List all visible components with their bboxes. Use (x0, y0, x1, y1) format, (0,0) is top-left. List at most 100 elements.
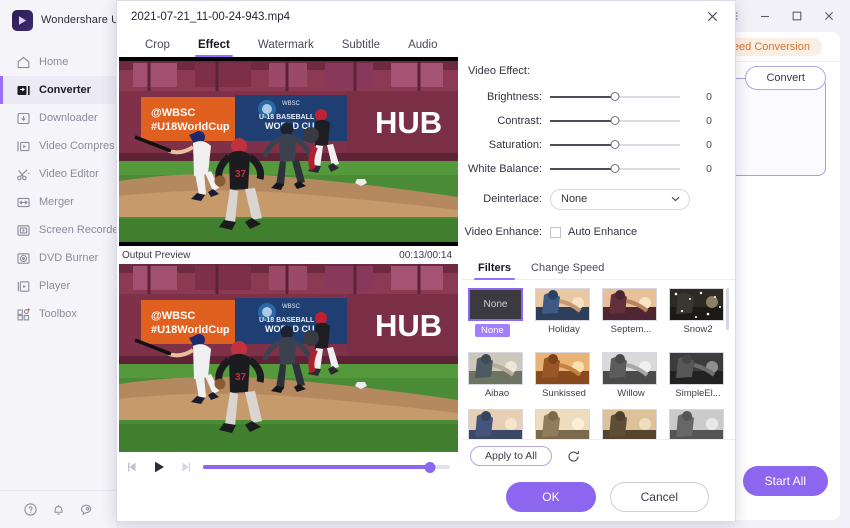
white-balance-slider[interactable] (550, 162, 680, 176)
sidebar-item-screen-recorder[interactable]: Screen Recorde (0, 216, 119, 244)
filter-label: Sunkissed (542, 388, 586, 400)
convert-button[interactable]: Convert (745, 66, 826, 90)
filter-item-none[interactable]: None None (468, 288, 526, 342)
ok-button[interactable]: OK (506, 482, 596, 512)
record-icon (16, 223, 31, 238)
tab-effect[interactable]: Effect (184, 39, 244, 57)
filter-item-row3-3[interactable] (602, 409, 660, 439)
slider-fill (550, 167, 615, 170)
dialog-close-icon[interactable] (699, 5, 725, 29)
sidebar-item-label: Merger (39, 196, 74, 208)
source-preview-video[interactable]: @WBSC #U18WorldCup WBSC U-18 BASEBALL WO… (119, 57, 458, 246)
white-balance-label: White Balance: (468, 162, 542, 175)
filter-item-sunkissed[interactable]: Sunkissed (535, 352, 593, 399)
tab-change-speed[interactable]: Change Speed (521, 262, 614, 279)
svg-text:U-18 BASEBALL: U-18 BASEBALL (259, 317, 315, 324)
saturation-value: 0 (706, 138, 712, 151)
svg-text:WBSC: WBSC (282, 101, 301, 107)
filter-label: Snow2 (683, 324, 713, 336)
sidebar-item-label: Converter (39, 84, 91, 96)
sidebar-item-downloader[interactable]: Downloader (0, 104, 117, 132)
preview-column: @WBSC #U18WorldCup WBSC U-18 BASEBALL WO… (117, 57, 462, 473)
cancel-button[interactable]: Cancel (609, 482, 709, 512)
close-icon[interactable] (822, 9, 836, 23)
svg-text:HUB: HUB (375, 308, 442, 343)
dialog-body: @WBSC #U18WorldCup WBSC U-18 BASEBALL WO… (117, 57, 735, 473)
contrast-slider[interactable] (550, 114, 680, 128)
sidebar-item-label: Video Compres (39, 140, 115, 152)
slider-knob[interactable] (610, 140, 620, 150)
player-icon (16, 279, 31, 294)
reset-icon[interactable] (566, 449, 581, 464)
slider-knob[interactable] (610, 164, 620, 174)
filter-thumbnail (669, 409, 724, 439)
brightness-slider[interactable] (550, 90, 680, 104)
brightness-value: 0 (706, 90, 712, 103)
compress-icon (16, 139, 31, 154)
filter-item-willow[interactable]: Willow (602, 352, 660, 399)
filter-thumbnail (535, 352, 590, 386)
feedback-icon[interactable] (79, 502, 94, 517)
filter-item-row3-2[interactable] (535, 409, 593, 439)
filter-item-holiday[interactable]: Holiday (535, 288, 593, 342)
slider-knob[interactable] (610, 92, 620, 102)
filters-scroll-area[interactable]: None None Holiday Septem... Snow2 Aibao … (462, 280, 735, 439)
tab-filters[interactable]: Filters (468, 262, 521, 281)
step-back-icon[interactable] (125, 459, 141, 473)
bell-icon[interactable] (51, 502, 66, 517)
converter-icon (16, 83, 31, 98)
svg-text:37: 37 (235, 372, 247, 383)
filter-thumbnail: None (468, 288, 523, 322)
deinterlace-select[interactable]: None (550, 188, 690, 210)
sidebar-item-toolbox[interactable]: Toolbox (0, 300, 117, 328)
sidebar-item-video-compressor[interactable]: Video Compres (0, 132, 117, 160)
apply-to-all-button[interactable]: Apply to All (470, 446, 552, 467)
filter-thumbnail (602, 352, 657, 386)
video-enhance-row: Video Enhance: Auto Enhance (462, 218, 735, 247)
sidebar-item-video-editor[interactable]: Video Editor (0, 160, 117, 188)
output-preview-video[interactable]: @WBSC #U18WorldCup WBSC U-18 BASEBALL WO… (119, 264, 458, 452)
checkbox-box[interactable] (550, 226, 561, 238)
sidebar-item-merger[interactable]: Merger (0, 188, 117, 216)
filter-item-simpleelegance[interactable]: SimpleEl... (669, 352, 727, 399)
play-icon[interactable] (151, 459, 167, 473)
playback-progress-slider[interactable] (203, 460, 450, 473)
svg-text:WBSC: WBSC (282, 304, 301, 310)
video-enhance-label: Video Enhance: (464, 226, 542, 239)
filter-item-snow2[interactable]: Snow2 (669, 288, 727, 342)
sidebar-item-label: Player (39, 280, 71, 292)
filters-scrollbar[interactable] (726, 288, 729, 331)
maximize-icon[interactable] (790, 9, 804, 23)
progress-knob[interactable] (424, 461, 436, 473)
sidebar-item-converter[interactable]: Converter (0, 76, 117, 104)
minimize-icon[interactable] (758, 9, 772, 23)
tab-watermark[interactable]: Watermark (244, 39, 328, 57)
tab-audio[interactable]: Audio (394, 39, 451, 57)
help-icon[interactable] (23, 502, 38, 517)
filter-item-september[interactable]: Septem... (602, 288, 660, 342)
tab-crop[interactable]: Crop (131, 39, 184, 57)
filter-item-row3-4[interactable] (669, 409, 727, 439)
brightness-label: Brightness: (486, 90, 542, 103)
sidebar-item-label: Toolbox (39, 308, 77, 320)
sidebar-item-player[interactable]: Player (0, 272, 117, 300)
slider-knob[interactable] (610, 116, 620, 126)
filter-item-row3-1[interactable] (468, 409, 526, 439)
sidebar-item-home[interactable]: Home (0, 48, 117, 76)
filter-item-aibao[interactable]: Aibao (468, 352, 526, 399)
contrast-label: Contrast: (497, 114, 542, 127)
saturation-slider[interactable] (550, 138, 680, 152)
sidebar-bottom-icons (0, 490, 117, 528)
start-all-button[interactable]: Start All (742, 466, 828, 496)
dialog-title: 2021-07-21_11-00-24-943.mp4 (131, 10, 290, 23)
tab-subtitle[interactable]: Subtitle (328, 39, 394, 57)
toolbox-icon (16, 307, 31, 322)
disc-icon (16, 251, 31, 266)
step-forward-icon[interactable] (177, 459, 193, 473)
sidebar-item-dvd-burner[interactable]: DVD Burner (0, 244, 117, 272)
filter-label: Aibao (484, 388, 510, 400)
sidebar-item-label: Screen Recorde (39, 224, 119, 236)
auto-enhance-checkbox[interactable]: Auto Enhance (550, 226, 637, 238)
svg-text:#U18WorldCup: #U18WorldCup (151, 324, 230, 336)
filter-label: Septem... (610, 324, 652, 336)
